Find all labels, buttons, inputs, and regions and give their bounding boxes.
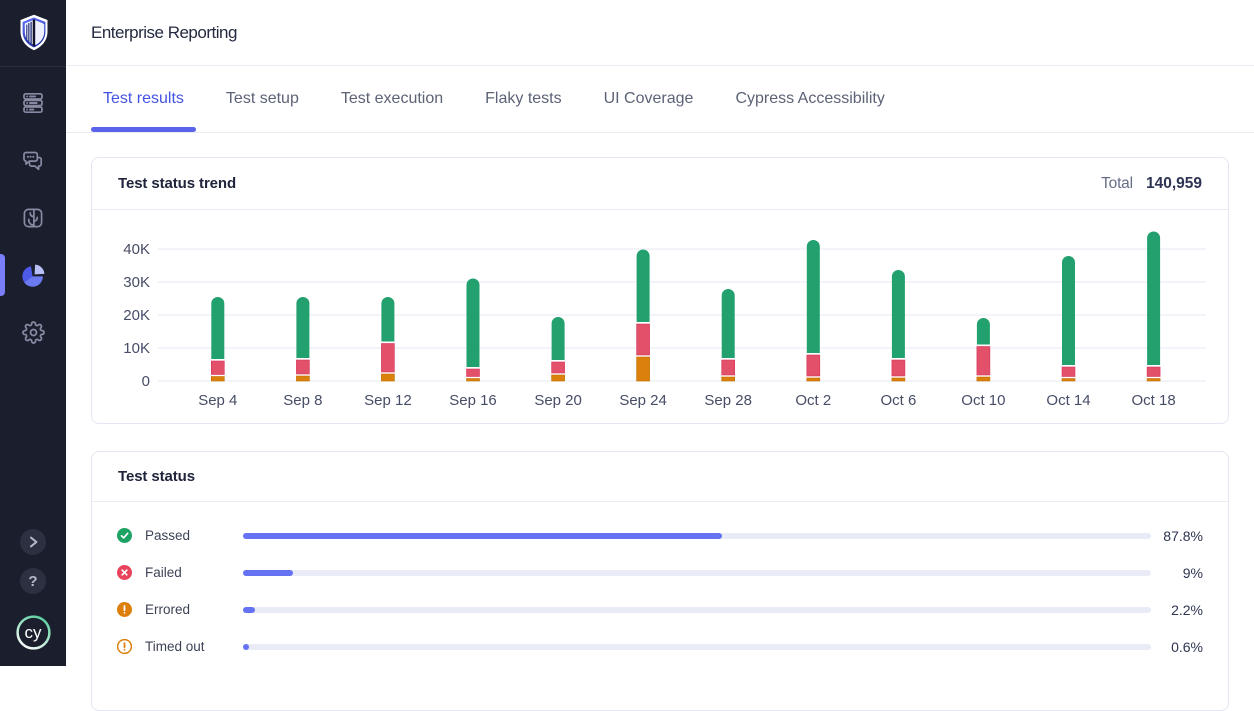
svg-text:Sep 4: Sep 4 — [198, 392, 237, 409]
svg-text:Oct 14: Oct 14 — [1046, 392, 1090, 409]
svg-text:Sep 28: Sep 28 — [704, 392, 752, 409]
svg-text:Sep 20: Sep 20 — [534, 392, 582, 409]
svg-text:0: 0 — [142, 373, 150, 390]
svg-text:Sep 16: Sep 16 — [449, 392, 497, 409]
svg-text:Oct 10: Oct 10 — [961, 392, 1005, 409]
svg-text:10K: 10K — [123, 340, 150, 357]
svg-text:Sep 12: Sep 12 — [364, 392, 412, 409]
svg-text:Oct 2: Oct 2 — [795, 392, 831, 409]
svg-text:cy: cy — [24, 623, 42, 642]
svg-text:Oct 6: Oct 6 — [880, 392, 916, 409]
svg-text:40K: 40K — [123, 241, 150, 258]
svg-text:20K: 20K — [123, 307, 150, 324]
svg-text:Oct 18: Oct 18 — [1132, 392, 1176, 409]
svg-text:30K: 30K — [123, 274, 150, 291]
svg-text:Sep 8: Sep 8 — [283, 392, 322, 409]
svg-text:Sep 24: Sep 24 — [619, 392, 667, 409]
